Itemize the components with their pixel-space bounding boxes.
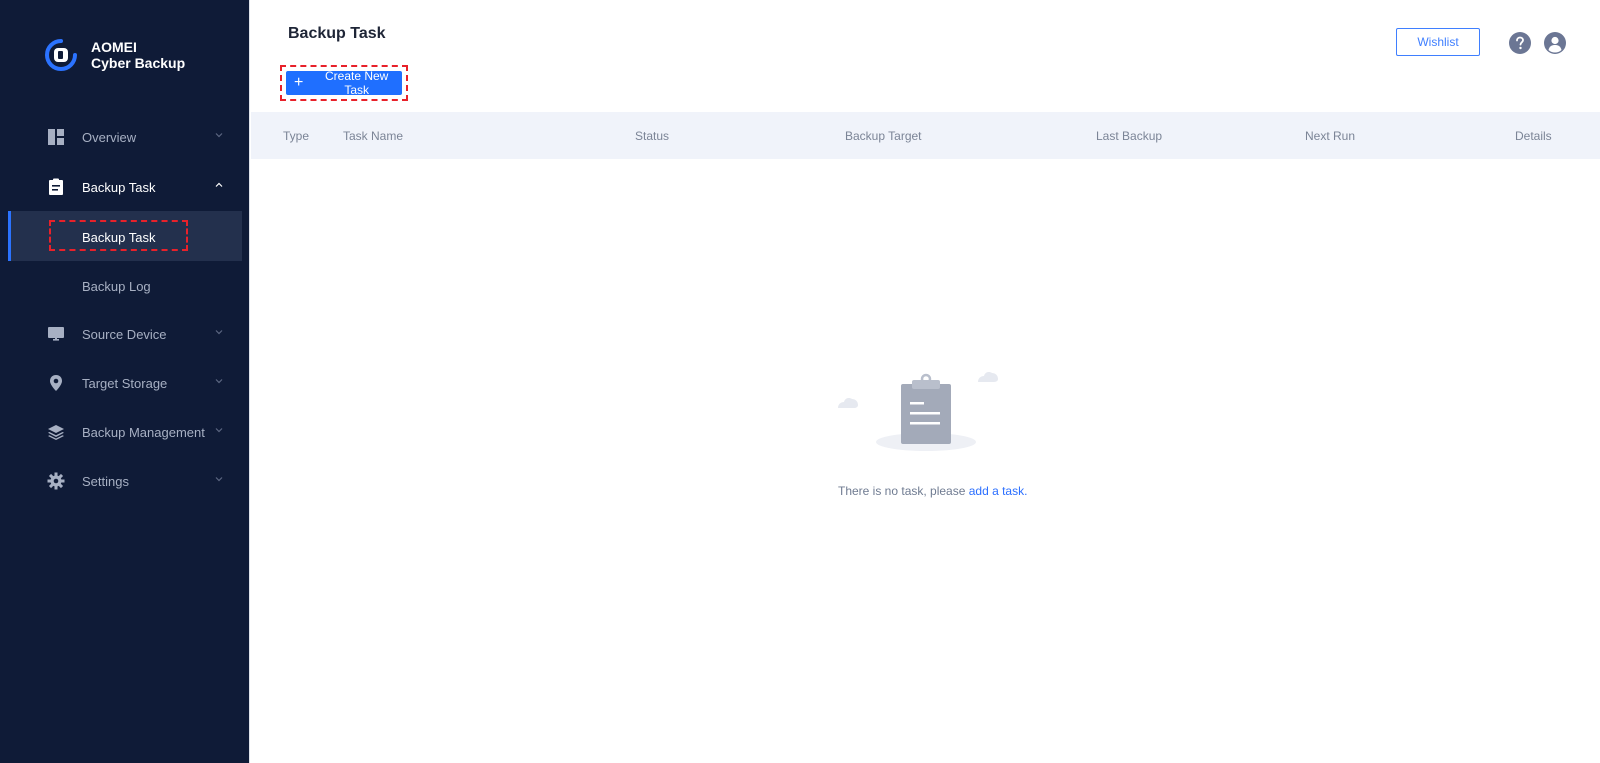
help-icon[interactable] — [1509, 32, 1531, 54]
sidebar-item-settings[interactable]: Settings — [0, 459, 250, 503]
gear-icon — [47, 472, 65, 490]
clipboard-icon — [49, 178, 63, 195]
empty-state-text: There is no task, please — [838, 484, 969, 498]
sidebar-item-backup-management[interactable]: Backup Management — [0, 410, 250, 454]
column-header-task-name: Task Name — [343, 129, 404, 143]
chevron-up-icon — [215, 182, 223, 187]
column-header-status: Status — [635, 129, 670, 143]
sidebar-item-label: Source Device — [82, 326, 167, 342]
highlight-box-create-task: + Create New Task — [280, 65, 408, 101]
column-header-details: Details — [1515, 129, 1552, 143]
sidebar-subitem-backup-log[interactable]: Backup Log — [82, 279, 151, 294]
sidebar-item-target-storage[interactable]: Target Storage — [0, 361, 250, 405]
location-pin-icon — [50, 375, 62, 391]
empty-clipboard-illustration — [838, 372, 998, 451]
create-new-task-label: Create New Task — [324, 69, 389, 97]
sidebar-item-label: Backup Task — [82, 179, 156, 195]
monitor-icon — [48, 327, 64, 341]
sidebar-item-backup-task[interactable]: Backup Task — [0, 165, 250, 209]
sidebar-item-overview[interactable]: Overview — [0, 115, 250, 159]
sidebar: AOMEI Cyber Backup Overview Backup Task … — [0, 0, 250, 763]
table-header: Type Task Name Status Backup Target Last… — [251, 112, 1600, 159]
chevron-down-icon — [215, 330, 223, 335]
brand-line-1: AOMEI — [91, 39, 137, 55]
plus-icon: + — [294, 74, 304, 91]
sidebar-item-label: Overview — [82, 129, 137, 145]
create-new-task-button[interactable]: + Create New Task — [286, 69, 402, 97]
column-header-next-run: Next Run — [1305, 129, 1356, 143]
user-avatar-icon[interactable] — [1544, 32, 1566, 54]
sidebar-item-label: Settings — [82, 473, 129, 489]
sidebar-subitem-backup-task[interactable]: Backup Task — [82, 230, 155, 245]
dashboard-icon — [48, 129, 64, 145]
chevron-down-icon — [215, 428, 223, 433]
chevron-down-icon — [215, 477, 223, 482]
chevron-down-icon — [215, 379, 223, 384]
column-header-backup-target: Backup Target — [845, 129, 922, 143]
sidebar-item-label: Target Storage — [82, 375, 168, 391]
wishlist-button[interactable]: Wishlist — [1396, 28, 1480, 56]
sidebar-item-label: Backup Management — [82, 424, 205, 440]
brand-line-2: Cyber Backup — [91, 55, 186, 71]
layers-icon — [48, 425, 64, 440]
column-header-last-backup: Last Backup — [1096, 129, 1163, 143]
brand-logo[interactable]: AOMEI Cyber Backup — [45, 39, 185, 71]
page-title: Backup Task — [288, 25, 386, 42]
aomei-logo-icon — [45, 39, 77, 71]
empty-state-message: There is no task, please add a task. — [838, 484, 1027, 498]
brand-name: AOMEI Cyber Backup — [91, 39, 185, 71]
sidebar-item-source-device[interactable]: Source Device — [0, 312, 250, 356]
column-header-type: Type — [283, 129, 310, 143]
chevron-down-icon — [215, 133, 223, 138]
add-task-link[interactable]: add a task. — [969, 484, 1028, 498]
